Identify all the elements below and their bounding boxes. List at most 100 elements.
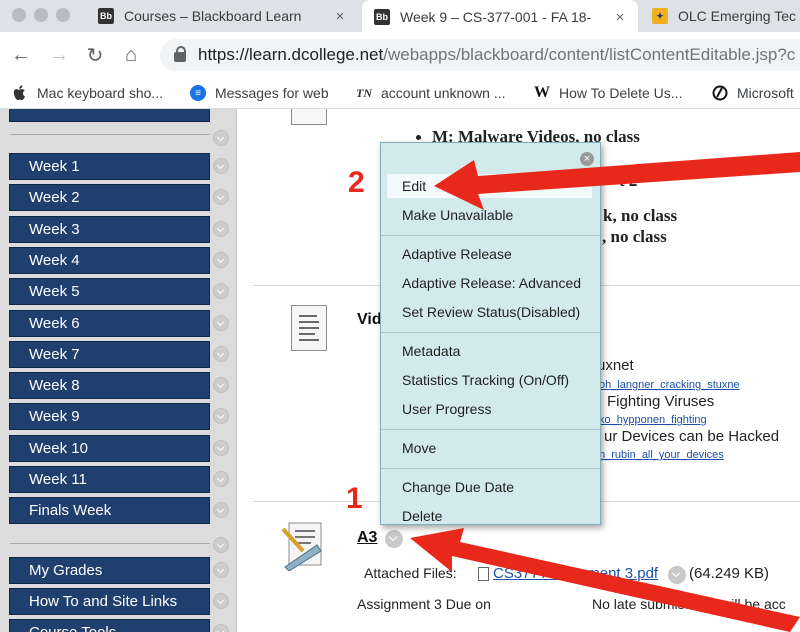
sidebar-item-week[interactable]: Week 7 xyxy=(9,341,210,368)
menu-item-metadata[interactable]: Metadata xyxy=(387,339,592,363)
sidebar-item-week[interactable]: Finals Week xyxy=(9,497,210,524)
bookmark-messages[interactable]: ≡ Messages for web xyxy=(190,82,329,104)
chevron-down-icon[interactable] xyxy=(213,252,229,268)
sidebar-item-tool[interactable]: My Grades xyxy=(9,557,210,584)
chevron-down-icon[interactable] xyxy=(668,566,686,584)
sidebar-item-tool[interactable]: Course Tools xyxy=(9,619,210,632)
chevron-down-icon[interactable] xyxy=(213,158,229,174)
browser-toolbar: ← → ↻ ⌂ https://learn.dcollege.net/webap… xyxy=(0,32,800,78)
chevron-down-icon[interactable] xyxy=(213,315,229,331)
tab-courses[interactable]: Bb Courses – Blackboard Learn × xyxy=(86,0,358,32)
sidebar-item-week[interactable]: Week 11 xyxy=(9,466,210,493)
bullet-line: , no class xyxy=(602,227,667,246)
microsoft-icon xyxy=(712,85,728,101)
course-menu: Week 1 Week 2 Week 3 Week 4 Week 5 Week 6 Week… xyxy=(0,109,237,632)
bookmark-label: How To Delete Us... xyxy=(559,85,683,101)
menu-item-statistics-tracking-on-off[interactable]: Statistics Tracking (On/Off) xyxy=(387,368,592,392)
sidebar-item-week[interactable]: Week 5 xyxy=(9,278,210,305)
tn-icon: TN xyxy=(356,85,372,100)
chevron-down-icon[interactable] xyxy=(213,377,229,393)
bookmarks-bar: Mac keyboard sho... ≡ Messages for web T… xyxy=(0,78,800,109)
chevron-down-icon[interactable] xyxy=(213,408,229,424)
item-title[interactable]: Vid xyxy=(357,311,382,329)
chevron-down-icon[interactable] xyxy=(213,130,229,146)
bookmark-label: account unknown ... xyxy=(381,85,506,101)
assignment-title[interactable]: A3 xyxy=(357,529,377,547)
video-line-text: Fighting Viruses xyxy=(607,393,715,410)
menu-item-edit[interactable]: Edit xyxy=(387,174,592,198)
chevron-down-icon[interactable] xyxy=(213,221,229,237)
sidebar-item-tool[interactable]: How To and Site Links xyxy=(9,588,210,615)
sidebar-item-week[interactable]: Week 9 xyxy=(9,403,210,430)
chevron-down-icon[interactable] xyxy=(213,502,229,518)
menu-item-move[interactable]: Move xyxy=(387,436,592,460)
bookmark-microsoft[interactable]: Microsoft xyxy=(712,82,794,104)
blackboard-favicon-icon: Bb xyxy=(374,9,390,25)
sidebar-item-week[interactable]: Week 4 xyxy=(9,247,210,274)
document-icon xyxy=(291,305,327,351)
bullet-line: t 2 xyxy=(619,171,638,190)
tab-close-icon[interactable]: × xyxy=(330,8,350,25)
file-size: (64.249 KB) xyxy=(689,565,770,582)
tab-olc[interactable]: ✦ OLC Emerging Tec xyxy=(640,0,800,32)
chevron-down-icon[interactable] xyxy=(213,440,229,456)
messages-icon: ≡ xyxy=(190,85,206,101)
lock-icon xyxy=(174,46,186,62)
chevron-down-icon[interactable] xyxy=(385,530,403,548)
home-icon[interactable]: ⌂ xyxy=(118,42,144,68)
document-icon xyxy=(291,109,327,125)
tab-label: Courses – Blackboard Learn xyxy=(124,8,302,24)
close-icon[interactable]: × xyxy=(580,152,594,166)
due-label: Assignment 3 Due on xyxy=(357,596,491,612)
menu-item-delete[interactable]: Delete xyxy=(387,504,592,528)
attached-files-label: Attached Files: xyxy=(364,565,457,581)
bookmark-account-unknown[interactable]: TN account unknown ... xyxy=(356,82,506,104)
menu-item-user-progress[interactable]: User Progress xyxy=(387,397,592,421)
address-bar[interactable]: https://learn.dcollege.net/webapps/black… xyxy=(160,39,800,71)
sidebar-item-week[interactable]: Week 2 xyxy=(9,184,210,211)
chevron-down-icon[interactable] xyxy=(213,593,229,609)
tab-strip: Bb Courses – Blackboard Learn × Bb Week … xyxy=(0,0,800,34)
chevron-down-icon[interactable] xyxy=(213,624,229,632)
bookmark-mac-keyboard[interactable]: Mac keyboard sho... xyxy=(12,82,163,104)
bookmark-how-to-delete[interactable]: W How To Delete Us... xyxy=(534,82,682,104)
sidebar-item-week[interactable]: Week 10 xyxy=(9,435,210,462)
sidebar-item-week[interactable]: Week 3 xyxy=(9,216,210,243)
menu-item-make-unavailable[interactable]: Make Unavailable xyxy=(387,203,592,227)
chevron-down-icon[interactable] xyxy=(213,537,229,553)
chevron-down-icon[interactable] xyxy=(213,471,229,487)
chevron-down-icon[interactable] xyxy=(213,562,229,578)
chevron-down-icon[interactable] xyxy=(213,283,229,299)
sidebar-item-week[interactable]: Week 1 xyxy=(9,153,210,180)
context-menu-header: × xyxy=(381,143,600,175)
menu-item-adaptive-release-advanced[interactable]: Adaptive Release: Advanced xyxy=(387,271,592,295)
attachment-link[interactable]: CS377 Assignment 3.pdf xyxy=(493,565,658,582)
sidebar-item-week[interactable]: Week 8 xyxy=(9,372,210,399)
back-arrow-icon[interactable]: ← xyxy=(8,42,34,68)
window-zoom-button[interactable] xyxy=(56,8,70,22)
window-minimize-button[interactable] xyxy=(34,8,48,22)
late-note: No late submissions will be acc xyxy=(592,596,786,612)
blackboard-favicon-icon: Bb xyxy=(98,8,114,24)
reload-icon[interactable]: ↻ xyxy=(82,42,108,68)
video-link[interactable]: oh_langner_cracking_stuxne xyxy=(599,379,740,391)
tab-close-icon[interactable]: × xyxy=(610,9,630,26)
window-close-button[interactable] xyxy=(12,8,26,22)
course-menu-item-partial[interactable] xyxy=(9,109,210,122)
annotation-step-2: 2 xyxy=(348,166,365,199)
menu-item-set-review-status-disabled[interactable]: Set Review Status(Disabled) xyxy=(387,300,592,324)
bookmark-label: Microsoft xyxy=(737,85,794,101)
forward-arrow-icon[interactable]: → xyxy=(46,42,72,68)
menu-item-change-due-date[interactable]: Change Due Date xyxy=(387,475,592,499)
menu-item-adaptive-release[interactable]: Adaptive Release xyxy=(387,242,592,266)
url-text: https://learn.dcollege.net/webapps/black… xyxy=(198,45,796,64)
chevron-down-icon[interactable] xyxy=(213,346,229,362)
chevron-down-icon[interactable] xyxy=(213,189,229,205)
olc-favicon-icon: ✦ xyxy=(652,8,668,24)
video-link[interactable]: n_rubin_all_your_devices xyxy=(599,449,724,461)
file-icon xyxy=(478,567,489,581)
sidebar-item-week[interactable]: Week 6 xyxy=(9,310,210,337)
menu-separator xyxy=(381,235,600,236)
video-link[interactable]: ko_hypponen_fighting xyxy=(599,414,707,426)
tab-week-9[interactable]: Bb Week 9 – CS-377-001 - FA 18- × xyxy=(362,0,638,34)
